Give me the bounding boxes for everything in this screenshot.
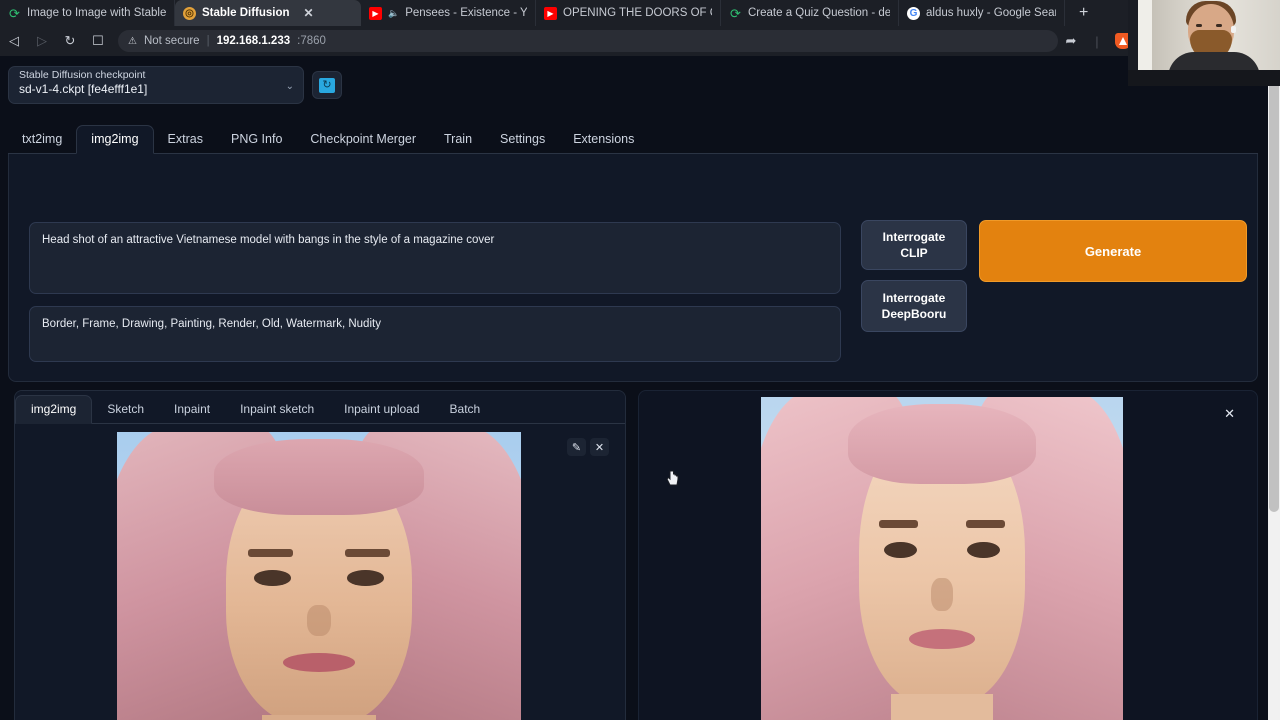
interrogate-deepbooru-button[interactable]: Interrogate DeepBooru: [861, 280, 967, 332]
browser-tab-2[interactable]: ◎ Stable Diffusion ✕: [175, 0, 361, 26]
mouse-cursor: [666, 470, 680, 489]
edit-image-icon[interactable]: ✎: [567, 438, 586, 456]
interrogate-deepbooru-line2: DeepBooru: [881, 307, 947, 321]
subtab-img2img[interactable]: img2img: [15, 395, 93, 424]
browser-tab-6[interactable]: G aldus huxly - Google Search: [899, 0, 1065, 26]
source-image-actions: ✎ ✕: [567, 438, 609, 456]
bookmark-button[interactable]: ☐: [84, 28, 112, 54]
interrogate-deepbooru-line1: Interrogate: [882, 291, 946, 305]
tab-extensions[interactable]: Extensions: [559, 126, 648, 153]
browser-tab-4[interactable]: ▶ OPENING THE DOORS OF CREAT: [536, 0, 721, 26]
negative-prompt-input[interactable]: Border, Frame, Drawing, Painting, Render…: [29, 306, 841, 362]
webcam-overlay: [1128, 0, 1280, 86]
subtab-sketch[interactable]: Sketch: [92, 396, 159, 423]
google-icon: G: [907, 6, 920, 20]
refresh-icon: ↻: [319, 77, 335, 93]
browser-tab-3[interactable]: ▶ 🔈 Pensees - Existence - YouTub: [361, 0, 536, 26]
browser-tab-label: aldus huxly - Google Search: [926, 7, 1056, 19]
tab-txt2img[interactable]: txt2img: [8, 126, 76, 153]
tab-settings[interactable]: Settings: [486, 126, 559, 153]
generated-portrait-image[interactable]: [761, 397, 1123, 720]
prompt-panel: Head shot of an attractive Vietnamese mo…: [8, 154, 1258, 468]
youtube-icon: ▶: [544, 6, 557, 20]
tab-img2img[interactable]: img2img: [76, 125, 154, 154]
browser-chrome: ⟳ Image to Image with Stable Diffu ◎ Sta…: [0, 0, 1280, 56]
browser-tab-1[interactable]: ⟳ Image to Image with Stable Diffu: [0, 0, 175, 26]
subtab-inpaint-sketch[interactable]: Inpaint sketch: [225, 396, 329, 423]
stable-diffusion-icon: ◎: [183, 6, 196, 20]
checkpoint-row: Stable Diffusion checkpoint sd-v1-4.ckpt…: [8, 66, 342, 104]
remove-image-icon[interactable]: ✕: [590, 438, 609, 456]
interrogate-clip-line1: Interrogate: [882, 230, 946, 244]
deepai-icon: ⟳: [9, 5, 20, 21]
not-secure-warning-icon: ⚠: [128, 35, 137, 47]
deepai-icon: ⟳: [730, 5, 741, 21]
forward-button[interactable]: ▷: [28, 28, 56, 54]
toolbar-divider: |: [1095, 33, 1099, 49]
browser-tabstrip: ⟳ Image to Image with Stable Diffu ◎ Sta…: [0, 0, 1280, 26]
not-secure-label: Not secure: [143, 35, 200, 47]
img2img-sub-tabs: img2img Sketch Inpaint Inpaint sketch In…: [15, 391, 625, 424]
url-port: :7860: [297, 35, 326, 47]
new-tab-button[interactable]: +: [1065, 0, 1102, 26]
chevron-down-icon[interactable]: ⌄: [286, 81, 294, 92]
page-scrollbar[interactable]: [1268, 56, 1280, 720]
refresh-checkpoints-button[interactable]: ↻: [312, 71, 342, 99]
close-output-icon[interactable]: ✕: [1224, 406, 1235, 422]
output-panel: ✕: [638, 390, 1258, 720]
browser-tab-5[interactable]: ⟳ Create a Quiz Question - deepliz: [721, 0, 899, 26]
scrollbar-thumb[interactable]: [1269, 56, 1279, 512]
checkpoint-select[interactable]: Stable Diffusion checkpoint sd-v1-4.ckpt…: [8, 66, 304, 104]
browser-tab-label: Create a Quiz Question - deepliz: [748, 7, 890, 19]
positive-prompt-input[interactable]: Head shot of an attractive Vietnamese mo…: [29, 222, 841, 294]
generate-button[interactable]: Generate: [979, 220, 1247, 282]
url-divider: |: [206, 35, 210, 47]
checkpoint-value: sd-v1-4.ckpt [fe4efff1e1]: [19, 82, 148, 96]
browser-toolbar: ◁ ▷ ↻ ☐ ⚠ Not secure | 192.168.1.233 :78…: [0, 26, 1280, 56]
source-portrait-image[interactable]: [117, 432, 521, 720]
interrogate-clip-line2: CLIP: [900, 246, 928, 260]
url-host: 192.168.1.233: [216, 35, 291, 47]
address-bar[interactable]: ⚠ Not secure | 192.168.1.233 :7860: [118, 30, 1058, 52]
tab-checkpoint-merger[interactable]: Checkpoint Merger: [296, 126, 430, 153]
browser-tab-label: OPENING THE DOORS OF CREAT: [563, 7, 712, 19]
tab-png-info[interactable]: PNG Info: [217, 126, 296, 153]
share-icon[interactable]: ➦: [1058, 28, 1084, 54]
browser-tab-label: Image to Image with Stable Diffu: [27, 7, 166, 19]
subtab-inpaint-upload[interactable]: Inpaint upload: [329, 396, 434, 423]
tab-extras[interactable]: Extras: [154, 126, 217, 153]
tab-close-icon[interactable]: ✕: [304, 6, 314, 20]
subtab-batch[interactable]: Batch: [435, 396, 496, 423]
interrogate-clip-button[interactable]: Interrogate CLIP: [861, 220, 967, 270]
browser-tab-label: Stable Diffusion: [202, 7, 290, 19]
speaker-icon: 🔈: [388, 7, 400, 18]
reload-button[interactable]: ↻: [56, 28, 84, 54]
tab-train[interactable]: Train: [430, 126, 486, 153]
subtab-inpaint[interactable]: Inpaint: [159, 396, 225, 423]
img2img-source-panel: img2img Sketch Inpaint Inpaint sketch In…: [14, 390, 626, 720]
stable-diffusion-webui: Stable Diffusion checkpoint sd-v1-4.ckpt…: [0, 56, 1268, 720]
youtube-icon: ▶: [369, 6, 382, 20]
main-tabs: txt2img img2img Extras PNG Info Checkpoi…: [8, 124, 1258, 154]
back-button[interactable]: ◁: [0, 28, 28, 54]
checkpoint-label: Stable Diffusion checkpoint: [19, 69, 146, 81]
browser-tab-label: Pensees - Existence - YouTub: [405, 7, 527, 19]
